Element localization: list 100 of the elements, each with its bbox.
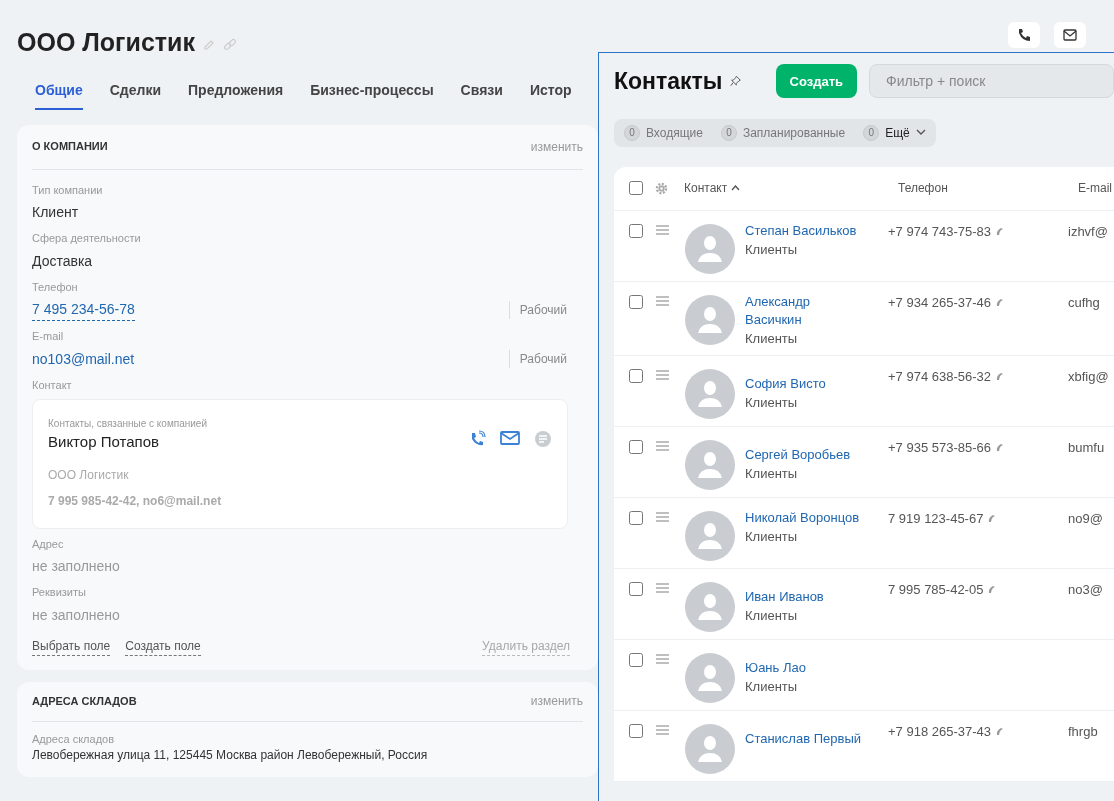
phone-link[interactable]: 7 495 234-56-78 — [32, 299, 135, 321]
contact-name-link[interactable]: Станислав Первый — [745, 729, 870, 748]
counter-link[interactable]: Ещё — [885, 123, 910, 142]
field-label: Тип компании — [32, 182, 104, 198]
phone-number[interactable]: 7 995 785-42-05 — [888, 579, 984, 599]
pin-icon — [730, 74, 742, 89]
company-title: ООО Логистик — [17, 27, 195, 58]
contact-group: Клиенты — [745, 526, 888, 546]
value-type: Рабочий — [508, 301, 567, 319]
drag-handle-icon — [656, 511, 669, 522]
email-address[interactable]: bumfu — [1068, 437, 1105, 457]
phone-number[interactable]: +7 974 638-56-32 — [888, 366, 991, 386]
contact-name-link[interactable]: Сергей Воробьев — [745, 445, 870, 464]
contact-group: Клиенты — [745, 605, 888, 625]
field-action-link[interactable]: Создать поле — [125, 636, 201, 656]
row-checkbox[interactable] — [629, 368, 643, 383]
field-value: Доставка — [32, 251, 93, 271]
avatar-icon — [685, 294, 735, 345]
field-label: Реквизиты — [32, 585, 87, 600]
tab[interactable]: Общие — [35, 79, 83, 110]
email-address[interactable]: no3@ — [1068, 579, 1103, 599]
field-label: Адреса складов — [32, 731, 116, 746]
panel-title: Контакты — [614, 67, 723, 96]
contact-name-link[interactable]: София Висто — [745, 374, 870, 393]
link-icon — [222, 37, 237, 52]
drag-handle-icon — [656, 724, 669, 735]
field-value: Левобережная улица 11, 125445 Москва район Левобережный, Россия — [32, 747, 429, 763]
phone-number[interactable]: +7 974 743-75-83 — [888, 221, 991, 241]
handset-icon — [995, 226, 1004, 236]
field-label: Контакт — [32, 377, 73, 393]
contact-group: Клиенты — [745, 392, 888, 412]
field-label: Телефон — [32, 279, 79, 295]
field-label: Адрес — [32, 536, 65, 552]
chat-icon — [534, 430, 552, 448]
row-checkbox[interactable] — [629, 223, 643, 238]
contact-name-link[interactable]: Николай Воронцов — [745, 508, 870, 527]
phone-icon — [1017, 28, 1031, 42]
column-header[interactable]: E-mail — [1078, 179, 1112, 197]
empty-value: не заполнено — [32, 605, 121, 625]
phone-number[interactable]: 7 919 123-45-67 — [888, 508, 984, 528]
contact-group: Клиенты — [745, 328, 888, 348]
call-button[interactable] — [1008, 22, 1040, 48]
tab[interactable]: Сделки — [109, 79, 162, 110]
empty-value: не заполнено — [32, 557, 121, 576]
email-address[interactable]: fhrgb — [1068, 721, 1098, 741]
handset-icon — [995, 726, 1004, 736]
column-header[interactable]: Телефон — [898, 179, 1078, 197]
count-badge: 0 — [624, 124, 640, 141]
avatar-icon — [685, 510, 735, 561]
contact-name[interactable]: Виктор Потапов — [48, 431, 222, 454]
settings-icon — [655, 181, 668, 195]
field-action-link[interactable]: Выбрать поле — [32, 636, 111, 656]
avatar-icon — [685, 652, 735, 703]
row-checkbox[interactable] — [629, 581, 643, 596]
email-address[interactable]: izhvf@ — [1068, 221, 1108, 241]
row-checkbox[interactable] — [629, 652, 643, 667]
email-button[interactable] — [1054, 22, 1086, 48]
handset-icon — [995, 371, 1004, 381]
row-checkbox[interactable] — [629, 723, 643, 738]
envelope-icon — [1063, 29, 1077, 41]
select-all-checkbox[interactable] — [629, 181, 643, 195]
tab[interactable]: Связи — [460, 79, 503, 110]
envelope-icon — [500, 430, 520, 446]
counter-link[interactable]: Входящие — [646, 123, 703, 142]
phone-number[interactable]: +7 934 265-37-46 — [888, 292, 991, 312]
phone-number[interactable]: +7 935 573-85-66 — [888, 437, 991, 457]
column-header[interactable]: Контакт — [684, 179, 728, 197]
search-field[interactable]: Фильтр + поиск — [869, 64, 1114, 99]
contact-name-link[interactable]: Иван Иванов — [745, 587, 870, 606]
email-address[interactable]: xbfig@ — [1068, 366, 1109, 386]
email-address[interactable]: cufhg — [1068, 292, 1100, 312]
counter-link[interactable]: Запланированные — [742, 123, 846, 142]
count-badge: 0 — [863, 124, 880, 141]
contact-caption: Контакты, связанные с компанией — [48, 417, 209, 431]
handset-icon — [995, 297, 1004, 307]
tab[interactable]: Предложения — [188, 79, 284, 110]
row-checkbox[interactable] — [629, 510, 643, 525]
row-checkbox[interactable] — [629, 294, 643, 309]
contact-group: Клиенты — [745, 239, 888, 259]
contact-name-link[interactable]: Александр Васичкин — [745, 292, 870, 329]
section-heading: АДРЕСА СКЛАДОВ — [32, 693, 137, 709]
email-address[interactable]: no9@ — [1068, 508, 1103, 528]
value-type: Рабочий — [508, 350, 567, 368]
contact-details: 7 995 985-42-42, no6@mail.net — [48, 492, 222, 510]
sort-up-icon — [731, 185, 741, 191]
contact-name-link[interactable]: Степан Васильков — [745, 221, 870, 240]
count-badge: 0 — [720, 124, 737, 141]
handset-icon — [995, 442, 1004, 452]
avatar-icon — [685, 368, 735, 419]
row-checkbox[interactable] — [629, 439, 643, 454]
drag-handle-icon — [656, 295, 669, 306]
tab[interactable]: Бизнес-процессы — [310, 79, 434, 110]
contact-name-link[interactable]: Юань Лао — [745, 658, 870, 677]
email-link[interactable]: no103@mail.net — [32, 348, 135, 370]
tab[interactable]: Истор — [529, 79, 572, 110]
drag-handle-icon — [656, 369, 669, 380]
handset-icon — [987, 513, 997, 523]
phone-number[interactable]: +7 918 265-37-43 — [888, 721, 991, 741]
contact-company: ООО Логистик — [48, 466, 130, 484]
drag-handle-icon — [656, 440, 669, 451]
